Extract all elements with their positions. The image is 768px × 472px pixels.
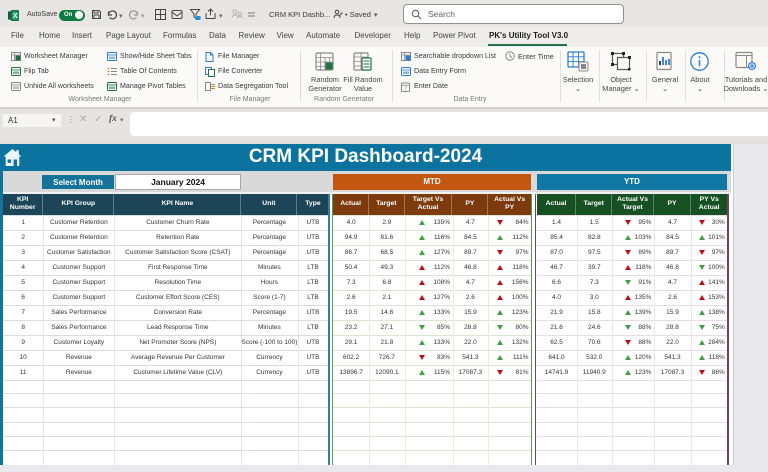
svg-text:7: 7	[404, 86, 407, 92]
svg-text:X: X	[13, 13, 18, 20]
